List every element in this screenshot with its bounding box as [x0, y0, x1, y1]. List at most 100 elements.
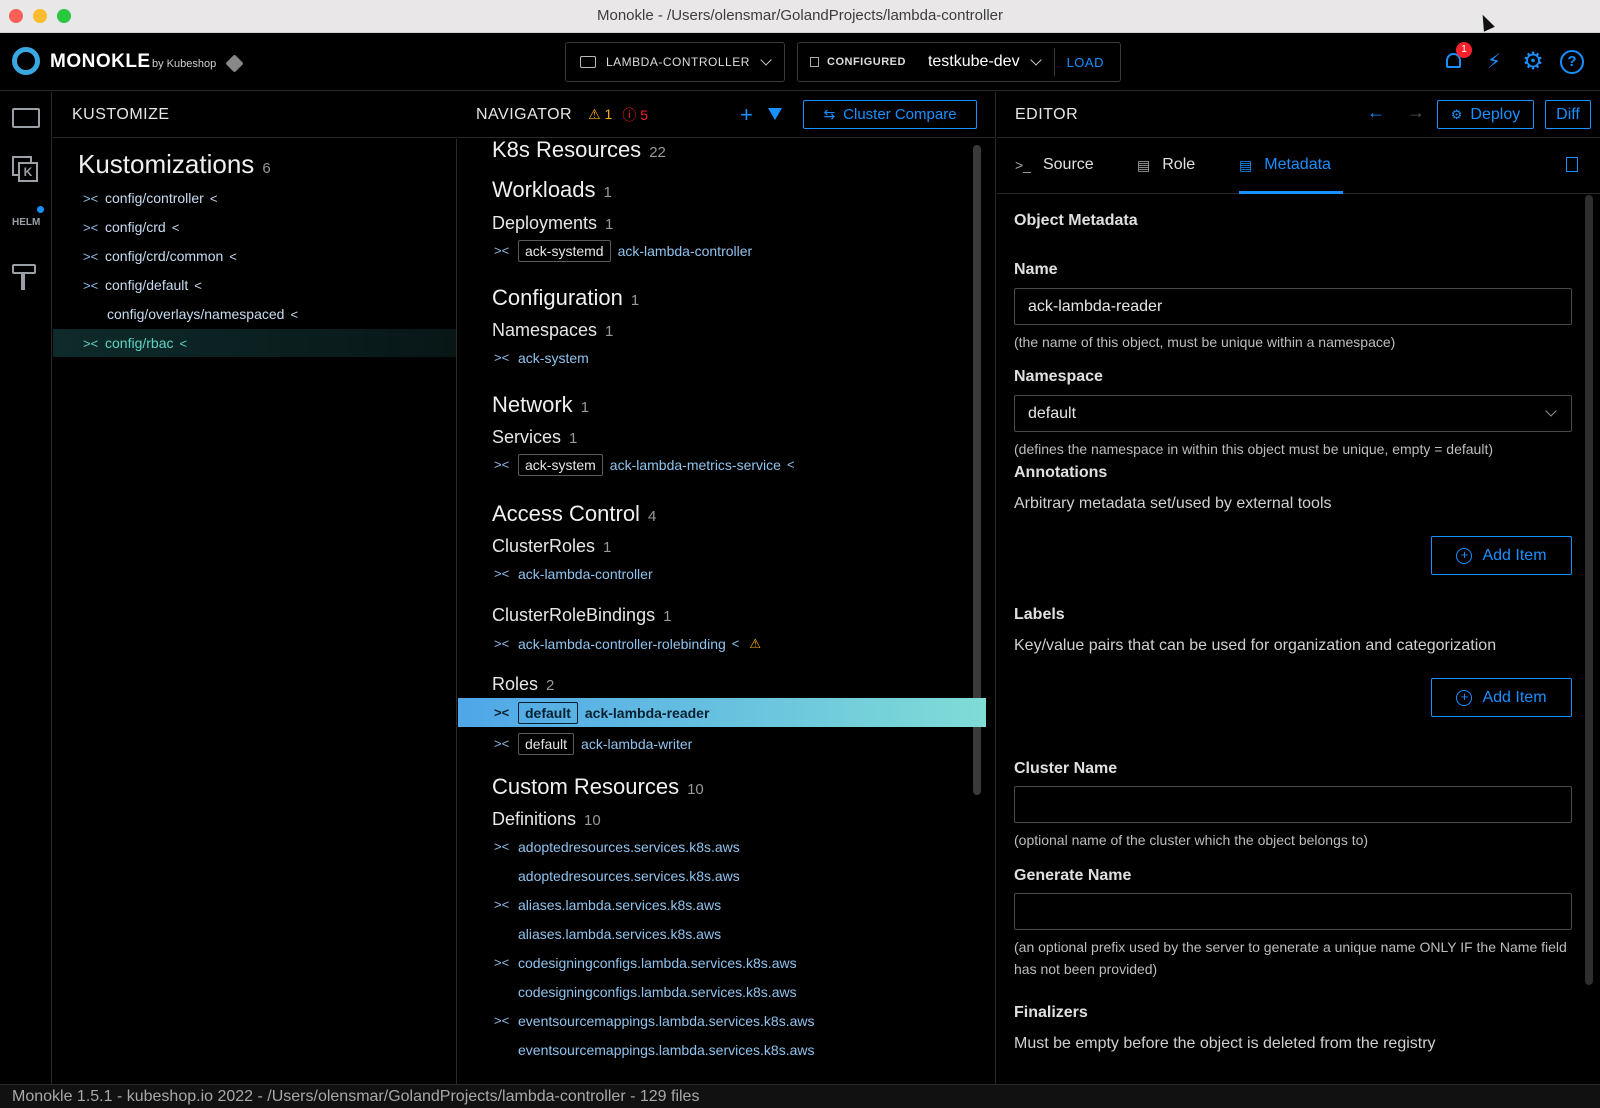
cluster-context-name[interactable]: testkube-dev	[928, 53, 1020, 71]
help-icon[interactable]: ?	[1560, 50, 1584, 74]
resource-row[interactable]: >< ack-system	[458, 343, 986, 372]
namespace-label: Namespace	[1014, 368, 1103, 385]
subsection-services[interactable]: Services 1	[492, 427, 577, 448]
resource-row-selected[interactable]: >< default ack-lambda-reader	[458, 698, 986, 727]
link-icon: ><	[494, 736, 510, 751]
finalizers-label: Finalizers	[1014, 1004, 1088, 1021]
subsection-definitions[interactable]: Definitions 10	[492, 809, 601, 830]
name-label: Name	[1014, 261, 1058, 278]
kustomization-item[interactable]: >< config/controller <	[53, 184, 456, 212]
section-custom-resources[interactable]: Custom Resources 10	[492, 774, 704, 800]
templates-icon[interactable]	[12, 264, 40, 290]
kustomization-item-selected[interactable]: >< config/rbac <	[53, 329, 456, 357]
name-input[interactable]: ack-lambda-reader	[1014, 288, 1572, 325]
subsection-roles[interactable]: Roles 2	[492, 674, 554, 695]
cluster-context-selector[interactable]: CONFIGURED testkube-dev LOAD	[797, 42, 1121, 82]
cluster-name-input[interactable]	[1014, 786, 1572, 823]
generate-name-input[interactable]	[1014, 893, 1572, 930]
link-icon: ><	[83, 277, 99, 293]
section-configuration[interactable]: Configuration 1	[492, 285, 639, 311]
navigator-pane-header: NAVIGATOR ⚠ 1 ⓘ 5 + ⇆ Cluster Compare	[458, 92, 996, 138]
resource-row[interactable]: adoptedresources.services.k8s.aws	[458, 861, 986, 890]
filter-icon[interactable]	[768, 108, 782, 120]
subsection-deployments[interactable]: Deployments 1	[492, 213, 613, 234]
plus-circle-icon: +	[1456, 547, 1473, 564]
kustomization-item[interactable]: >< config/crd/common <	[53, 242, 456, 270]
resource-row[interactable]: >< adoptedresources.services.k8s.aws	[458, 832, 986, 861]
resource-name: adoptedresources.services.k8s.aws	[518, 867, 740, 884]
gear-icon[interactable]: ⚙	[1521, 50, 1545, 74]
notifications-button[interactable]: 1	[1442, 42, 1472, 74]
resource-row[interactable]: codesigningconfigs.lambda.services.k8s.a…	[458, 977, 986, 1006]
cluster-icon	[810, 57, 819, 67]
resource-name: codesigningconfigs.lambda.services.k8s.a…	[518, 983, 797, 1000]
deploy-button[interactable]: ⚙ Deploy	[1437, 100, 1534, 129]
tab-metadata[interactable]: ▤ Metadata	[1239, 156, 1331, 174]
warning-icon[interactable]: ⚠	[749, 636, 761, 652]
tab-label: Metadata	[1264, 156, 1331, 173]
activity-rail: K HELM	[0, 92, 52, 1084]
section-network[interactable]: Network 1	[492, 392, 589, 418]
book-icon[interactable]	[1566, 157, 1578, 172]
compare-icon: ⇆	[823, 106, 836, 122]
object-metadata-title: Object Metadata	[1014, 212, 1138, 229]
errors-indicator[interactable]: ⓘ 5	[622, 105, 648, 125]
resource-row[interactable]: aliases.lambda.services.k8s.aws	[458, 919, 986, 948]
resource-row[interactable]: >< ack-system ack-lambda-metrics-service <	[458, 450, 986, 479]
subsection-clusterroles[interactable]: ClusterRoles 1	[492, 536, 611, 557]
resource-row[interactable]: >< ack-systemd ack-lambda-controller	[458, 236, 986, 265]
resource-row[interactable]: >< aliases.lambda.services.k8s.aws	[458, 890, 986, 919]
add-label-button[interactable]: + Add Item	[1431, 678, 1572, 717]
kustomization-item[interactable]: config/overlays/namespaced <	[53, 300, 456, 328]
resource-row[interactable]: >< eventsourcemappings.lambda.services.k8…	[458, 1006, 986, 1035]
active-tab-indicator	[1239, 191, 1343, 194]
kustomize-icon[interactable]: K	[12, 156, 40, 182]
share-icon: <	[171, 219, 180, 235]
resource-name: ack-lambda-controller-rolebinding	[518, 635, 726, 652]
add-annotation-button[interactable]: + Add Item	[1431, 536, 1572, 575]
subsection-clusterrolebindings[interactable]: ClusterRoleBindings 1	[492, 605, 671, 626]
arrow-right-icon[interactable]: →	[1407, 102, 1425, 122]
kustomization-label: config/overlays/namespaced	[107, 306, 285, 322]
resource-row[interactable]: eventsourcemappings.lambda.services.k8s.…	[458, 1035, 986, 1064]
project-name: LAMBDA-CONTROLLER	[606, 55, 750, 69]
configured-status: CONFIGURED	[827, 56, 906, 68]
load-cluster-button[interactable]: LOAD	[1067, 55, 1104, 70]
resource-row[interactable]: >< ack-lambda-controller-rolebinding < ⚠	[458, 629, 986, 658]
cluster-compare-button[interactable]: ⇆ Cluster Compare	[803, 100, 977, 129]
link-icon: ><	[494, 1013, 510, 1028]
namespace-select[interactable]: default	[1014, 395, 1572, 432]
file-explorer-icon[interactable]	[12, 104, 40, 130]
kustomization-item[interactable]: >< config/default <	[53, 271, 456, 299]
editor-pane-title: EDITOR	[1015, 105, 1079, 123]
name-value: ack-lambda-reader	[1028, 297, 1163, 315]
tab-role[interactable]: ▤ Role	[1137, 156, 1195, 174]
section-k8s-resources[interactable]: K8s Resources 22	[492, 139, 666, 163]
link-icon: ><	[494, 839, 510, 854]
kustomizations-title: Kustomizations	[78, 149, 255, 179]
resource-name: ack-lambda-reader	[584, 704, 710, 721]
link-icon: ><	[494, 457, 510, 472]
resource-row[interactable]: >< default ack-lambda-writer	[458, 729, 986, 758]
kustomization-item[interactable]: >< config/crd <	[53, 213, 456, 241]
helm-icon[interactable]: HELM	[12, 206, 44, 236]
add-resource-icon[interactable]: +	[740, 102, 753, 128]
tab-source[interactable]: >_ Source	[1015, 156, 1094, 174]
generate-name-help: (an optional prefix used by the server t…	[1014, 939, 1567, 977]
chevron-down-icon[interactable]	[1029, 54, 1042, 66]
resource-row[interactable]: >< codesigningconfigs.lambda.services.k8s…	[458, 948, 986, 977]
resource-row[interactable]: >< ack-lambda-controller	[458, 559, 986, 588]
annotations-label: Annotations	[1014, 464, 1108, 481]
namespace-help: (defines the namespace in within this ob…	[1014, 441, 1493, 457]
add-item-label: Add Item	[1482, 546, 1547, 564]
section-workloads[interactable]: Workloads 1	[492, 177, 612, 203]
kustomizations-heading: Kustomizations 6	[78, 149, 271, 180]
arrow-left-icon[interactable]: ←	[1367, 102, 1385, 122]
diff-button[interactable]: Diff	[1545, 100, 1591, 129]
section-access-control[interactable]: Access Control 4	[492, 501, 656, 527]
editor-scrollbar[interactable]	[1585, 195, 1593, 985]
plugins-icon[interactable]: ⚡	[1482, 50, 1506, 74]
project-selector[interactable]: LAMBDA-CONTROLLER	[565, 42, 785, 82]
subsection-namespaces[interactable]: Namespaces 1	[492, 320, 613, 341]
warnings-indicator[interactable]: ⚠ 1	[588, 106, 612, 123]
